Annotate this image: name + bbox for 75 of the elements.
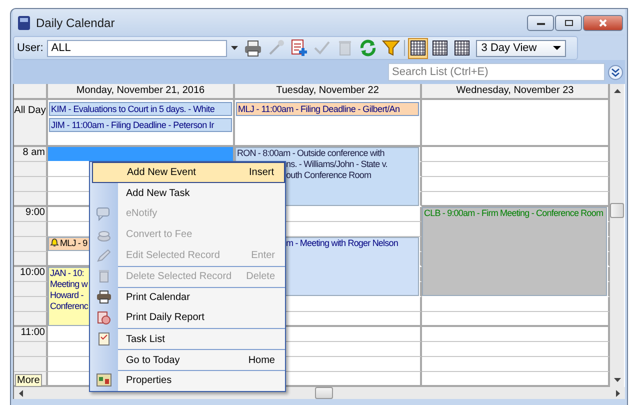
window-title: Daily Calendar xyxy=(36,16,115,30)
day-header: Tuesday, November 22 xyxy=(235,84,422,100)
menu-item[interactable]: Print Calendar xyxy=(118,286,285,308)
grid-icon xyxy=(410,40,426,56)
filter-icon xyxy=(382,39,400,57)
time-slot[interactable] xyxy=(422,312,610,327)
event-text: CLB - 9:00am - Firm Meeting - Conference Room xyxy=(424,208,604,219)
view-toggle-button[interactable] xyxy=(430,38,450,58)
scroll-up-icon xyxy=(614,89,620,93)
close-icon xyxy=(598,18,608,26)
maximize-button[interactable] xyxy=(555,14,582,30)
printer-icon xyxy=(244,39,262,57)
time-gutter-cell xyxy=(14,297,48,312)
all-day-label: All Day xyxy=(14,100,48,147)
vertical-scrollbar[interactable] xyxy=(610,84,624,387)
expand-button[interactable] xyxy=(608,64,623,80)
all-day-event[interactable]: JIM - 11:00am - Filing Deadline - Peterson Ir xyxy=(49,118,232,132)
header-corner xyxy=(14,84,48,100)
refresh-icon xyxy=(358,39,377,57)
menu-item[interactable]: Add New Event Insert xyxy=(92,162,285,183)
time-gutter-cell xyxy=(14,237,48,252)
all-day-event[interactable]: MLJ - 11:00am - Filing Deadline - Gilbert/An xyxy=(236,102,419,116)
hour-label: 8 am xyxy=(22,147,46,159)
caret-icon xyxy=(231,46,238,50)
report-icon xyxy=(96,310,112,325)
user-field[interactable]: ALL xyxy=(47,40,228,56)
close-button[interactable] xyxy=(583,14,623,30)
grid-icon xyxy=(454,40,470,56)
event-text: outh Conference Room xyxy=(286,170,372,181)
hour-label: 9:00 xyxy=(24,207,46,219)
printer-icon xyxy=(96,290,112,304)
more-button[interactable]: More xyxy=(15,374,42,387)
view-dropdown[interactable]: 3 Day View xyxy=(476,40,566,56)
day-header: Monday, November 21, 2016 xyxy=(48,84,235,100)
toolbar-button[interactable] xyxy=(380,38,402,58)
view-toggle-button[interactable] xyxy=(408,38,428,58)
hour-label: 11:00 xyxy=(20,327,46,339)
user-label: User: xyxy=(17,42,44,54)
event-text: Meeting w xyxy=(50,279,88,290)
all-day-cell[interactable]: KIM - Evaluations to Court in 5 days. - White JIM - 11:00am - Filing Deadline - Peterson Ir xyxy=(48,100,235,147)
day-header: Wednesday, November 23 xyxy=(422,84,610,100)
event-text: ns. - Williams/John - State v. xyxy=(286,159,388,170)
new-document-icon xyxy=(290,39,308,57)
maximize-icon xyxy=(564,18,574,26)
menu-item[interactable]: Print Daily Report xyxy=(118,308,285,328)
view-toggle-button[interactable] xyxy=(452,38,472,58)
chevron-down-icon xyxy=(611,68,620,76)
caret-icon xyxy=(553,46,562,50)
properties-icon xyxy=(96,373,112,388)
event-text: MLJ - 9 xyxy=(50,238,88,249)
checkmark-icon xyxy=(312,39,331,57)
menu-item[interactable]: Go to Today Home xyxy=(118,349,285,370)
trash-icon xyxy=(96,269,112,284)
calendar-book-icon xyxy=(17,14,31,30)
event-text: RON - 8:00am - Outside conference with xyxy=(237,148,384,159)
speech-bubble-icon xyxy=(96,206,112,221)
scroll-right-icon xyxy=(616,390,620,396)
scroll-down-icon xyxy=(614,378,620,382)
scroll-thumb[interactable] xyxy=(315,387,333,399)
search-field[interactable]: Search List (Ctrl+E) xyxy=(388,63,605,81)
grid-icon xyxy=(432,40,448,56)
hour-label: 10:00 xyxy=(18,267,46,279)
event-text: m - Meeting with Roger Nelson xyxy=(286,238,398,249)
scroll-thumb[interactable] xyxy=(610,203,624,218)
checklist-icon xyxy=(96,332,112,346)
all-day-event[interactable]: KIM - Evaluations to Court in 5 days. - White xyxy=(49,102,232,116)
event-text: JAN - 10: xyxy=(50,268,84,279)
scroll-left-icon xyxy=(19,390,23,396)
menu-item[interactable]: Properties xyxy=(118,370,285,391)
minimize-button[interactable] xyxy=(527,14,554,30)
menu-item[interactable]: Task List xyxy=(118,328,285,350)
event-text: Conferenc xyxy=(50,301,88,312)
toolbar-button[interactable] xyxy=(242,38,264,58)
event-text: Howard - xyxy=(50,290,84,301)
pencil-icon xyxy=(96,248,112,263)
